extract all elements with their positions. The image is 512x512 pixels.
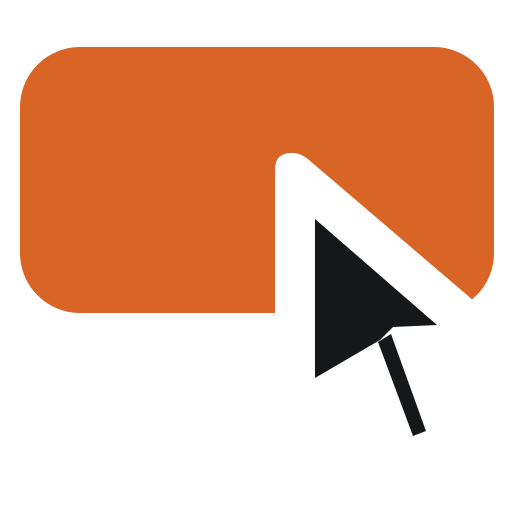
click-button-icon <box>20 47 494 436</box>
icon-canvas <box>0 0 512 512</box>
